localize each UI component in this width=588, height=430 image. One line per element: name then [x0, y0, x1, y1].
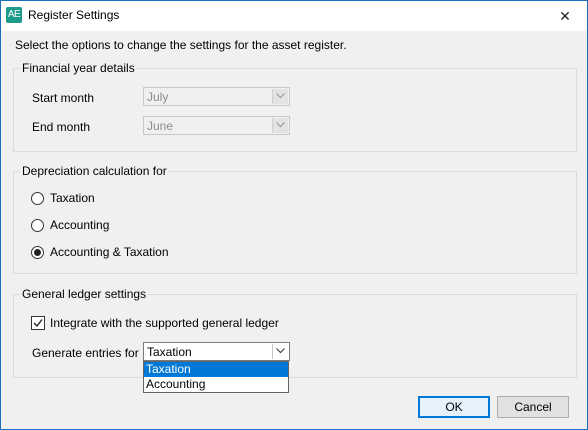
radio-button[interactable] — [31, 192, 44, 205]
chevron-down-icon — [272, 344, 288, 359]
generate-entries-dropdown: Taxation Accounting — [143, 361, 289, 393]
window-title: Register Settings — [28, 8, 120, 22]
radio-accounting-taxation-label: Accounting & Taxation — [50, 245, 169, 259]
general-ledger-group: General ledger settings Integrate with t… — [13, 287, 577, 378]
end-month-select[interactable]: June — [143, 116, 290, 135]
general-ledger-legend: General ledger settings — [20, 287, 149, 301]
register-settings-dialog: AE Register Settings ✕ Select the option… — [0, 0, 588, 430]
depreciation-group: Depreciation calculation for Taxation Ac… — [13, 164, 577, 274]
radio-accounting-taxation[interactable]: Accounting & Taxation — [31, 245, 181, 261]
chevron-down-icon — [272, 89, 288, 104]
generate-entries-select[interactable]: Taxation — [143, 342, 290, 361]
financial-year-legend: Financial year details — [20, 61, 137, 75]
end-month-value: June — [147, 119, 174, 133]
dropdown-option-accounting[interactable]: Accounting — [144, 377, 288, 392]
start-month-select[interactable]: July — [143, 87, 290, 106]
radio-button-selected[interactable] — [31, 246, 44, 259]
start-month-value: July — [147, 90, 169, 104]
radio-accounting-label: Accounting — [50, 218, 110, 232]
dropdown-option-taxation[interactable]: Taxation — [144, 362, 288, 377]
radio-accounting[interactable]: Accounting — [31, 218, 121, 234]
cancel-button[interactable]: Cancel — [497, 396, 569, 418]
ok-button[interactable]: OK — [418, 396, 490, 418]
chevron-down-icon — [272, 118, 288, 133]
intro-text: Select the options to change the setting… — [15, 38, 347, 52]
integrate-label: Integrate with the supported general led… — [50, 316, 279, 330]
checkmark-icon — [33, 319, 43, 328]
radio-button[interactable] — [31, 219, 44, 232]
generate-entries-value: Taxation — [147, 345, 192, 359]
radio-taxation[interactable]: Taxation — [31, 191, 111, 207]
integrate-checkbox-row[interactable]: Integrate with the supported general led… — [31, 316, 291, 332]
close-button[interactable]: ✕ — [543, 1, 587, 31]
start-month-label: Start month — [32, 91, 95, 105]
radio-taxation-label: Taxation — [50, 191, 95, 205]
end-month-label: End month — [32, 120, 91, 134]
close-icon: ✕ — [559, 8, 571, 24]
financial-year-group: Financial year details Start month July … — [13, 61, 577, 152]
depreciation-legend: Depreciation calculation for — [20, 164, 169, 178]
integrate-checkbox[interactable] — [31, 316, 45, 330]
title-bar: AE Register Settings ✕ — [1, 1, 587, 31]
generate-entries-label: Generate entries for — [32, 346, 139, 360]
app-logo-icon: AE — [6, 7, 22, 23]
